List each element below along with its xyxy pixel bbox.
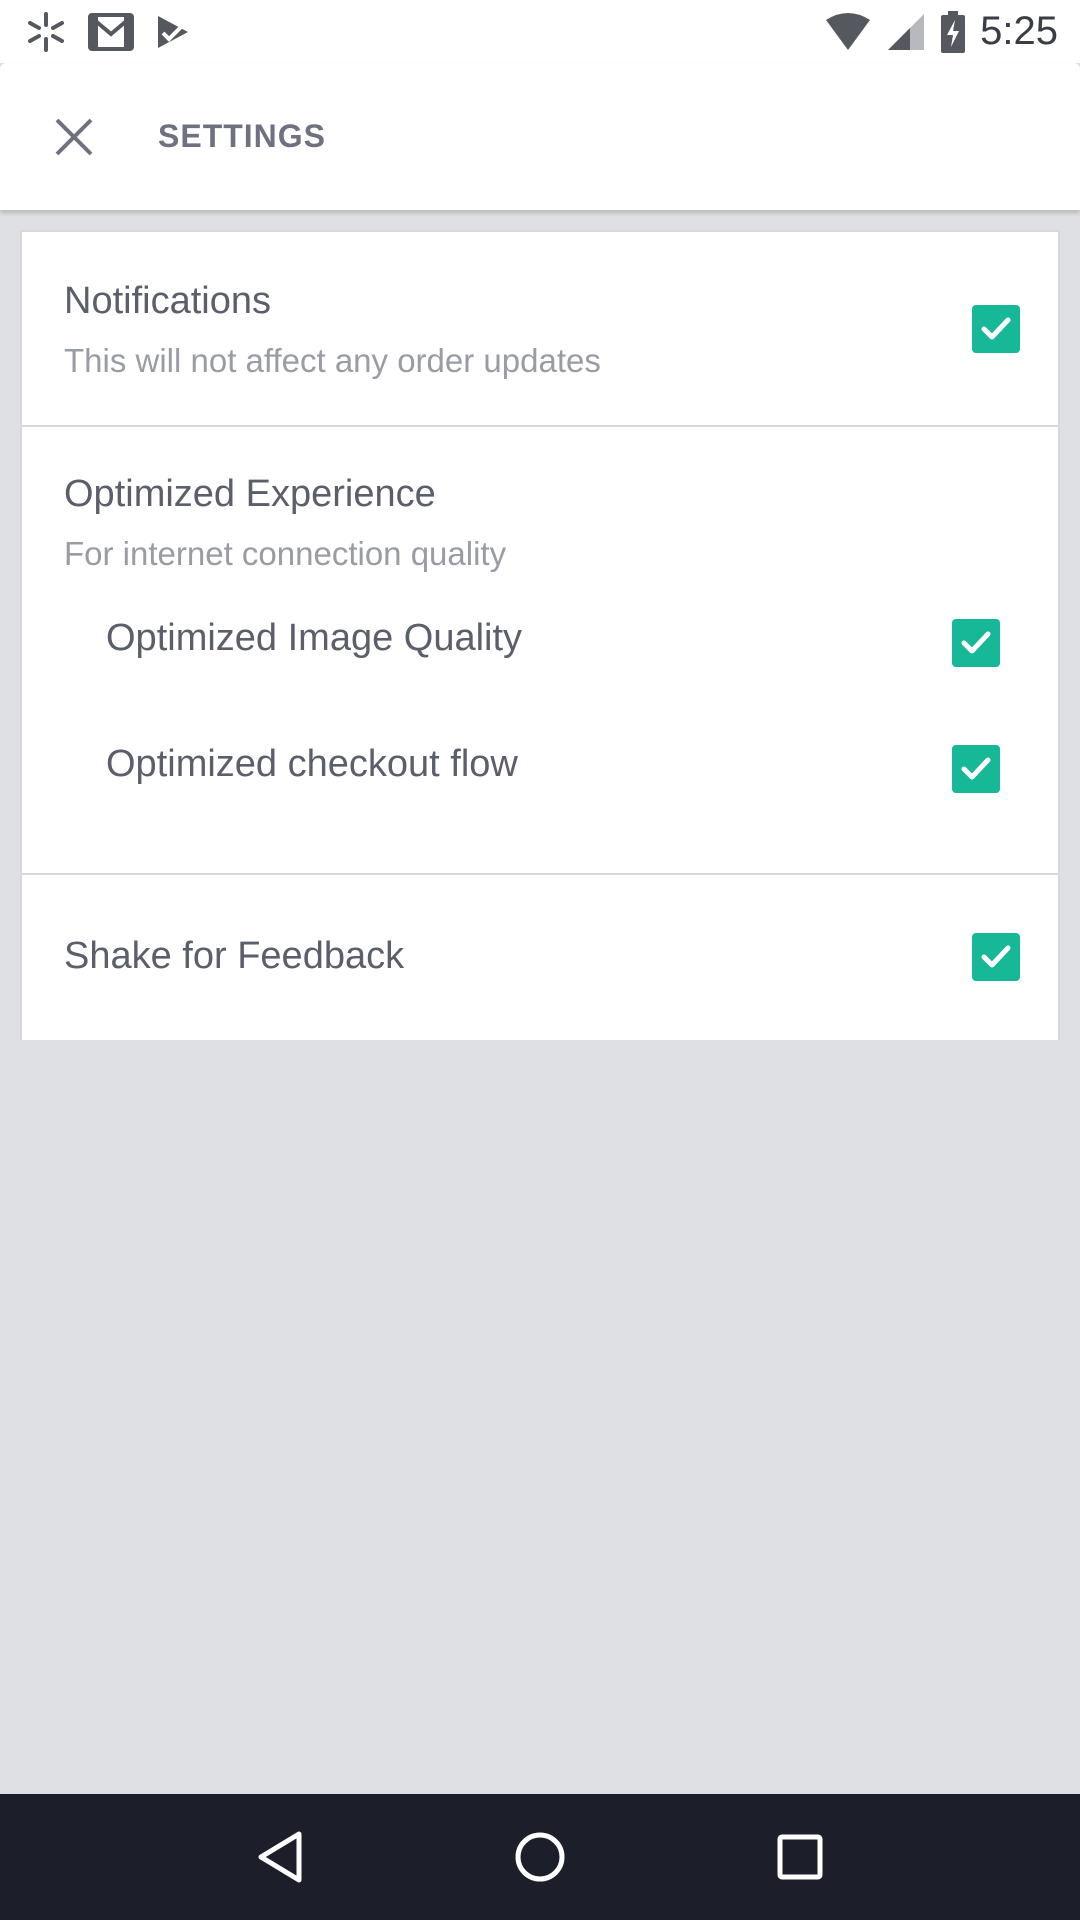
home-icon xyxy=(515,1832,565,1882)
walmart-spark-icon xyxy=(24,10,68,54)
notifications-subtitle: This will not affect any order updates xyxy=(64,342,601,379)
check-icon xyxy=(981,317,1011,340)
recents-icon xyxy=(777,1834,823,1880)
cell-signal-icon xyxy=(886,12,926,52)
page-title: SETTINGS xyxy=(158,118,327,154)
play-check-icon xyxy=(154,13,192,51)
close-button[interactable] xyxy=(24,87,124,187)
notifications-checkbox[interactable] xyxy=(972,305,1020,353)
shake-feedback-title: Shake for Feedback xyxy=(64,935,405,977)
status-right-icons: 5:25 xyxy=(810,9,1058,54)
gmail-icon xyxy=(88,12,134,52)
wifi-icon xyxy=(824,12,872,52)
app-bar: SETTINGS xyxy=(0,63,1080,210)
back-icon xyxy=(258,1831,302,1883)
optimized-image-quality-label: Optimized Image Quality xyxy=(106,617,523,659)
close-icon xyxy=(55,118,93,155)
status-bar: 5:25 xyxy=(0,0,1080,63)
notifications-section: Notifications This will not affect any o… xyxy=(22,232,1058,427)
optimized-experience-title: Optimized Experience xyxy=(64,473,436,515)
system-nav-bar xyxy=(0,1794,1080,1920)
home-button[interactable] xyxy=(500,1817,580,1897)
notifications-title: Notifications xyxy=(64,280,271,322)
status-left-icons xyxy=(24,10,212,54)
back-button[interactable] xyxy=(240,1817,320,1897)
settings-card: Notifications This will not affect any o… xyxy=(20,230,1060,1040)
check-icon xyxy=(961,631,991,654)
check-icon xyxy=(961,757,991,780)
battery-charging-icon xyxy=(940,10,966,53)
check-icon xyxy=(981,945,1011,968)
shake-feedback-checkbox[interactable] xyxy=(972,933,1020,981)
optimized-checkout-flow-label: Optimized checkout flow xyxy=(106,743,518,785)
optimized-experience-section: Optimized Experience For internet connec… xyxy=(22,427,1058,875)
optimized-checkout-flow-checkbox[interactable] xyxy=(952,745,1000,793)
recents-button[interactable] xyxy=(760,1817,840,1897)
optimized-image-quality-checkbox[interactable] xyxy=(952,619,1000,667)
shake-feedback-section: Shake for Feedback xyxy=(22,875,1058,1040)
status-time: 5:25 xyxy=(980,9,1058,53)
optimized-experience-subtitle: For internet connection quality xyxy=(64,535,507,572)
